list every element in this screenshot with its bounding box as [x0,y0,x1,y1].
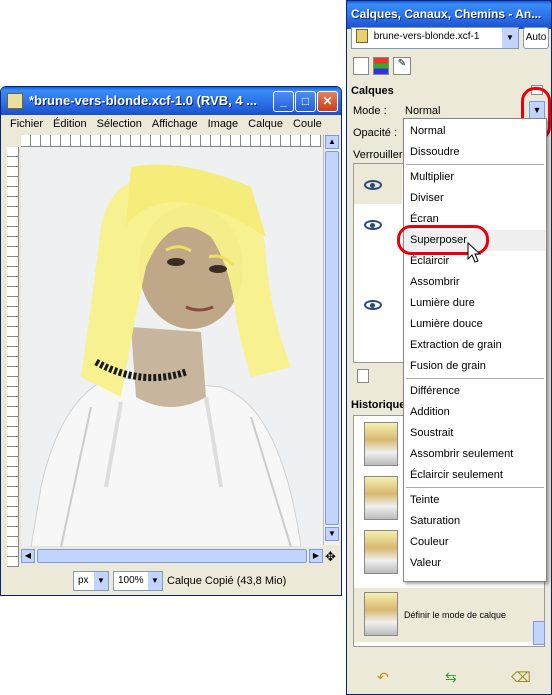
mode-menu-item[interactable]: Normal [404,121,546,142]
menu-fichier[interactable]: Fichier [5,116,48,132]
image-select[interactable]: brune-vers-blonde.xcf-1 ▼ [351,27,519,49]
layer-mode-menu[interactable]: Normal Dissoudre Multiplier Diviser Écran Sup… [403,118,547,582]
mode-menu-item[interactable]: Assombrir seulement [404,444,546,465]
new-layer-icon[interactable] [357,369,369,383]
history-thumb [364,530,398,574]
scroll-up-icon[interactable]: ▲ [325,135,339,149]
menu-separator [406,378,544,379]
vertical-scrollbar[interactable]: ▲ ▼ [323,135,339,545]
tab-channels-icon[interactable] [373,57,389,75]
image-window: *brune-vers-blonde.xcf-1.0 (RVB, 4 ... _… [0,86,342,596]
mode-menu-item[interactable]: Couleur [404,532,546,553]
scroll-down-icon[interactable]: ▼ [325,527,339,541]
mode-menu-item[interactable]: Lumière douce [404,314,546,335]
eye-icon[interactable] [364,180,382,190]
mode-menu-item[interactable]: Addition [404,402,546,423]
image-select-value: brune-vers-blonde.xcf-1 [373,31,480,42]
mode-menu-item[interactable]: Multiplier [404,167,546,188]
image-menubar: Fichier Édition Sélection Affichage Image Cal… [5,116,327,134]
mode-menu-item[interactable]: Dissoudre [404,142,546,163]
unit-value: px [78,575,89,586]
menu-selection[interactable]: Sélection [92,116,147,132]
eye-icon[interactable] [364,220,382,230]
maximize-icon[interactable]: □ [295,91,316,112]
tab-paths-icon[interactable]: ✎ [393,57,411,75]
mode-menu-item[interactable]: Différence [404,381,546,402]
menu-separator [406,487,544,488]
history-last-entry: Définir le mode de calque [404,610,507,620]
image-canvas[interactable] [21,147,323,547]
menu-affichage[interactable]: Affichage [147,116,203,132]
menu-separator [406,164,544,165]
mode-menu-item[interactable]: Fusion de grain [404,356,546,377]
clear-history-icon[interactable]: ⌫ [511,669,531,686]
chevron-down-icon: ▼ [502,28,518,48]
mode-menu-item[interactable]: Valeur [404,553,546,574]
history-thumb [364,422,398,466]
gimp-app-icon [7,93,23,109]
menu-calque[interactable]: Calque [243,116,288,132]
image-thumb-icon [356,29,368,44]
history-item-selected[interactable]: Définir le mode de calque [354,588,544,642]
minimize-icon[interactable]: _ [273,91,294,112]
opacity-label: Opacité : [353,127,398,139]
vertical-scroll-thumb[interactable] [325,151,339,525]
history-thumb [364,476,398,520]
mode-menu-item[interactable]: Assombrir [404,272,546,293]
mouse-cursor-icon [467,242,481,263]
image-window-title: *brune-vers-blonde.xcf-1.0 (RVB, 4 ... [29,93,258,108]
portrait-photo [21,147,323,547]
horizontal-ruler[interactable] [21,135,321,147]
scroll-right-icon[interactable]: ▶ [309,549,323,563]
menu-image[interactable]: Image [203,116,244,132]
redo-icon[interactable]: ⇆ [445,669,457,686]
mode-menu-item[interactable]: Éclaircir seulement [404,465,546,486]
mode-label: Mode : [353,105,387,117]
chevron-down-icon: ▼ [94,572,108,590]
menu-edition[interactable]: Édition [48,116,92,132]
horizontal-scroll-thumb[interactable] [37,549,307,563]
mode-menu-item[interactable]: Diviser [404,188,546,209]
horizontal-scrollbar[interactable]: ◀ ▶ [21,549,323,563]
mode-menu-item[interactable]: Extraction de grain [404,335,546,356]
image-statusbar: px ▼ 100% ▼ Calque Copié (43,8 Mio) [1,567,341,595]
zoom-value: 100% [118,575,144,586]
history-heading: Historique [351,399,406,411]
history-thumb [364,592,398,636]
auto-button[interactable]: Auto [523,27,549,49]
scroll-left-icon[interactable]: ◀ [21,549,35,563]
undo-icon[interactable]: ↶ [377,669,389,686]
image-window-titlebar[interactable]: *brune-vers-blonde.xcf-1.0 (RVB, 4 ... _… [1,87,341,115]
vertical-ruler[interactable] [7,147,19,587]
dock-title: Calques, Canaux, Chemins - An... [351,7,542,21]
eye-icon[interactable] [364,300,382,310]
mode-value[interactable]: Normal [405,105,440,117]
chevron-down-icon: ▼ [148,572,162,590]
mode-menu-item[interactable]: Saturation [404,511,546,532]
mode-menu-item[interactable]: Lumière dure [404,293,546,314]
mode-menu-item[interactable]: Teinte [404,490,546,511]
mode-menu-item[interactable]: Soustrait [404,423,546,444]
close-icon[interactable]: ✕ [317,91,338,112]
tab-layers-icon[interactable] [353,57,369,75]
unit-select[interactable]: px ▼ [73,571,109,591]
lock-label: Verrouiller : [353,149,409,161]
dock-titlebar[interactable]: Calques, Canaux, Chemins - An... [347,1,551,29]
navigate-icon[interactable]: ✥ [325,549,336,565]
layer-status-text: Calque Copié (43,8 Mio) [167,575,287,587]
zoom-select[interactable]: 100% ▼ [113,571,163,591]
menu-couleurs[interactable]: Coule [288,116,327,132]
layers-heading: Calques [351,85,394,97]
history-scroll-thumb[interactable] [533,621,545,645]
